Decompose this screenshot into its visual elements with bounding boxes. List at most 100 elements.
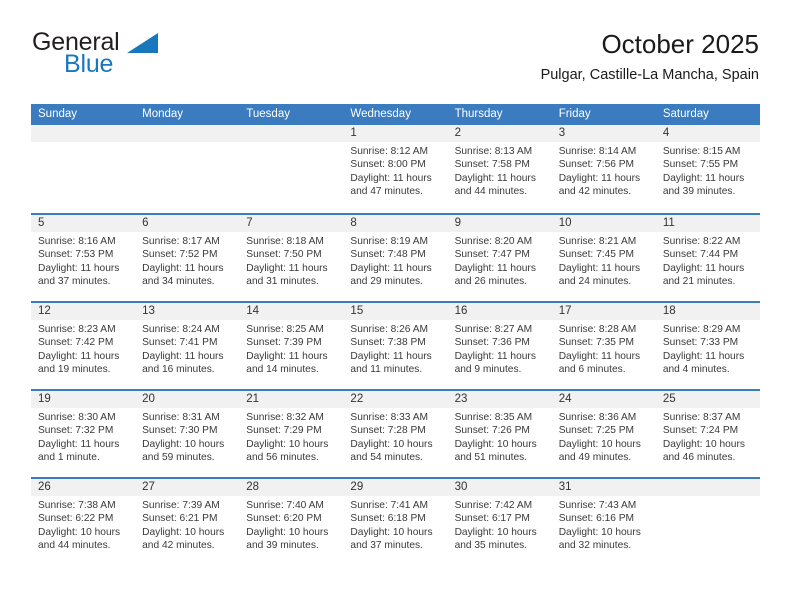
sunrise-text: Sunrise: 8:18 AM [246,236,324,247]
sunrise-text: Sunrise: 8:23 AM [38,324,116,335]
page-title: October 2025 [601,29,759,59]
day-info: Sunrise: 8:14 AM Sunset: 7:56 PM Daylight:… [552,142,656,199]
day-number-band: 18 [655,303,760,320]
day-cell[interactable]: 2 Sunrise: 8:13 AM Sunset: 7:58 PM Daylight… [447,125,552,213]
day-number: 12 [38,305,51,317]
day-cell[interactable]: 25 Sunrise: 8:37 AM Sunset: 7:24 PM Dayligh… [655,391,760,477]
day-number-band: 2 [447,125,552,142]
day-cell[interactable]: 16 Sunrise: 8:27 AM Sunset: 7:36 PM Dayligh… [447,303,552,389]
sunrise-text: Sunrise: 8:27 AM [454,324,533,335]
day-info: Sunrise: 8:28 AM Sunset: 7:35 PM Daylight:… [552,320,656,377]
day-info: Sunrise: 7:38 AM Sunset: 6:22 PM Daylight:… [31,496,135,553]
day-info: Sunrise: 8:35 AM Sunset: 7:26 PM Daylight:… [448,408,552,465]
day-number-band: 20 [135,391,240,408]
sunrise-text: Sunrise: 7:41 AM [350,500,429,511]
day-number: 18 [662,305,676,317]
day-info: Sunrise: 7:43 AM Sunset: 6:16 PM Daylight:… [552,496,656,553]
day-cell[interactable]: 14 Sunrise: 8:25 AM Sunset: 7:39 PM Dayligh… [239,303,344,389]
day-number-band: 17 [551,303,656,320]
day-number-band: 4 [655,125,760,142]
day-cell[interactable]: 8 Sunrise: 8:19 AM Sunset: 7:48 PM Daylight… [343,215,448,301]
day-number: 2 [454,127,461,139]
sunset-text: Sunset: 7:52 PM [142,249,218,261]
day-cell[interactable]: 5 Sunrise: 8:16 AM Sunset: 7:53 PM Daylight… [31,215,136,301]
day-info: Sunrise: 8:29 AM Sunset: 7:33 PM Daylight:… [656,320,760,377]
day-cell-empty [31,125,136,213]
day-number: 5 [38,217,45,229]
calendar-grid: Sunday Monday Tuesday Wednesday Thursday… [31,104,760,565]
day-number-band: 13 [135,303,240,320]
day-cell[interactable]: 22 Sunrise: 8:33 AM Sunset: 7:28 PM Dayligh… [343,391,448,477]
sunrise-text: Sunrise: 8:37 AM [662,412,741,423]
sunset-text: Sunset: 7:53 PM [38,249,114,261]
daylight-text: Daylight: 11 hours and 21 minutes. [662,262,745,288]
sunset-text: Sunset: 7:58 PM [454,159,530,171]
day-cell[interactable]: 29 Sunrise: 7:41 AM Sunset: 6:18 PM Dayligh… [343,479,448,565]
day-cell[interactable]: 30 Sunrise: 7:42 AM Sunset: 6:17 PM Dayligh… [447,479,552,565]
day-number: 27 [142,481,155,493]
week-row: 26 Sunrise: 7:38 AM Sunset: 6:22 PM Dayligh… [31,477,760,565]
sunset-text: Sunset: 7:56 PM [558,159,635,171]
day-cell[interactable]: 1 Sunrise: 8:12 AM Sunset: 8:00 PM Daylight… [343,125,448,213]
sunset-text: Sunset: 7:48 PM [350,249,426,261]
daylight-text: Daylight: 11 hours and 37 minutes. [38,262,120,288]
day-cell[interactable]: 23 Sunrise: 8:35 AM Sunset: 7:26 PM Dayligh… [447,391,552,477]
daylight-text: Daylight: 11 hours and 14 minutes. [246,350,328,376]
day-cell[interactable]: 15 Sunrise: 8:26 AM Sunset: 7:38 PM Dayligh… [343,303,448,389]
sunrise-text: Sunrise: 7:40 AM [246,500,324,511]
weekday-header-tuesday: Tuesday [246,108,290,120]
day-cell[interactable]: 7 Sunrise: 8:18 AM Sunset: 7:50 PM Daylight… [239,215,344,301]
day-cell[interactable]: 3 Sunrise: 8:14 AM Sunset: 7:56 PM Daylight… [551,125,656,213]
day-cell[interactable]: 12 Sunrise: 8:23 AM Sunset: 7:42 PM Dayligh… [31,303,136,389]
day-info: Sunrise: 7:42 AM Sunset: 6:17 PM Daylight:… [448,496,552,553]
day-cell[interactable]: 9 Sunrise: 8:20 AM Sunset: 7:47 PM Daylight… [447,215,552,301]
day-info: Sunrise: 8:13 AM Sunset: 7:58 PM Daylight:… [448,142,552,199]
day-cell[interactable]: 27 Sunrise: 7:39 AM Sunset: 6:21 PM Dayligh… [135,479,240,565]
daylight-text: Daylight: 10 hours and 51 minutes. [454,438,537,464]
sunset-text: Sunset: 7:42 PM [38,337,114,349]
day-number: 14 [246,305,260,317]
day-info: Sunrise: 8:30 AM Sunset: 7:32 PM Daylight:… [31,408,135,465]
week-row: 1 Sunrise: 8:12 AM Sunset: 8:00 PM Daylight… [31,125,760,213]
day-cell[interactable]: 13 Sunrise: 8:24 AM Sunset: 7:41 PM Dayligh… [135,303,240,389]
day-number: 10 [558,217,572,229]
day-number: 6 [142,217,149,229]
week-row: 5 Sunrise: 8:16 AM Sunset: 7:53 PM Daylight… [31,213,760,301]
daylight-text: Daylight: 11 hours and 1 minute. [38,438,120,464]
day-number: 23 [454,393,468,405]
daylight-text: Daylight: 11 hours and 31 minutes. [246,262,328,288]
day-number-band: 29 [343,479,448,496]
day-cell[interactable]: 17 Sunrise: 8:28 AM Sunset: 7:35 PM Dayligh… [551,303,656,389]
day-cell[interactable]: 11 Sunrise: 8:22 AM Sunset: 7:44 PM Dayligh… [655,215,760,301]
daylight-text: Daylight: 11 hours and 6 minutes. [558,350,641,376]
sunrise-text: Sunrise: 8:33 AM [350,412,429,423]
day-info: Sunrise: 8:15 AM Sunset: 7:55 PM Daylight:… [656,142,760,199]
sunrise-text: Sunrise: 8:13 AM [454,146,533,157]
day-cell[interactable]: 31 Sunrise: 7:43 AM Sunset: 6:16 PM Dayligh… [551,479,656,565]
day-cell[interactable]: 18 Sunrise: 8:29 AM Sunset: 7:33 PM Dayligh… [655,303,760,389]
sunrise-text: Sunrise: 8:16 AM [38,236,116,247]
day-cell[interactable]: 24 Sunrise: 8:36 AM Sunset: 7:25 PM Dayligh… [551,391,656,477]
day-cell[interactable]: 20 Sunrise: 8:31 AM Sunset: 7:30 PM Dayligh… [135,391,240,477]
sunset-text: Sunset: 7:41 PM [142,337,218,349]
sunset-text: Sunset: 7:55 PM [662,159,739,171]
day-number: 11 [662,217,675,229]
day-cell[interactable]: 10 Sunrise: 8:21 AM Sunset: 7:45 PM Dayligh… [551,215,656,301]
day-cell[interactable]: 6 Sunrise: 8:17 AM Sunset: 7:52 PM Daylight… [135,215,240,301]
day-cell[interactable]: 28 Sunrise: 7:40 AM Sunset: 6:20 PM Dayligh… [239,479,344,565]
day-info: Sunrise: 7:39 AM Sunset: 6:21 PM Daylight:… [135,496,239,553]
sunrise-text: Sunrise: 8:36 AM [558,412,637,423]
day-info: Sunrise: 8:18 AM Sunset: 7:50 PM Daylight:… [239,232,343,289]
day-number-band: 25 [655,391,760,408]
sunset-text: Sunset: 7:29 PM [246,425,322,437]
day-cell[interactable]: 26 Sunrise: 7:38 AM Sunset: 6:22 PM Dayligh… [31,479,136,565]
sunset-text: Sunset: 6:20 PM [246,513,322,525]
day-cell[interactable]: 4 Sunrise: 8:15 AM Sunset: 7:55 PM Daylight… [655,125,760,213]
day-cell[interactable]: 19 Sunrise: 8:30 AM Sunset: 7:32 PM Dayligh… [31,391,136,477]
sunrise-text: Sunrise: 8:15 AM [662,146,741,157]
daylight-text: Daylight: 10 hours and 49 minutes. [558,438,641,464]
day-number-band: 21 [239,391,344,408]
day-number: 9 [454,217,461,229]
day-cell[interactable]: 21 Sunrise: 8:32 AM Sunset: 7:29 PM Dayligh… [239,391,344,477]
day-info: Sunrise: 8:12 AM Sunset: 8:00 PM Daylight:… [343,142,447,199]
